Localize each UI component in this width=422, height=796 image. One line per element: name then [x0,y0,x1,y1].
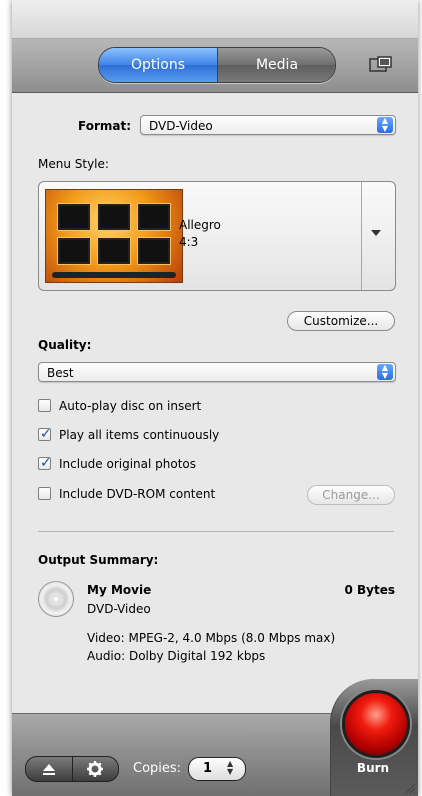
popup-arrows-icon: ▲ ▼ [377,364,393,380]
change-button[interactable]: Change... [307,485,395,505]
copies-stepper[interactable]: 1 ▲ ▼ [188,757,246,781]
eject-settings-control [25,756,119,782]
play-all-checkbox[interactable]: ✓ [38,426,52,442]
include-photos-label: Include original photos [59,457,197,471]
summary-type: DVD-Video [87,602,151,616]
gear-icon [87,761,103,777]
disc-icon [38,581,74,617]
view-segmented-control: Options Media [98,47,336,83]
format-value: DVD-Video [149,119,213,133]
settings-button[interactable] [73,757,118,781]
autoplay-label: Auto-play disc on insert [59,399,202,413]
dvd-rom-label: Include DVD-ROM content [59,487,216,501]
divider [38,531,394,532]
play-all-label: Play all items continuously [59,428,220,442]
options-pane: Format: DVD-Video ▲ ▼ Menu Style: Allegro… [12,93,418,713]
copies-value: 1 [203,761,213,776]
menu-style-name: Allegro [179,218,221,232]
summary-name: My Movie [87,583,152,597]
summary-video: Video: MPEG-2, 4.0 Mbps (8.0 Mbps max) [87,631,336,645]
summary-size: 0 Bytes [344,583,395,597]
summary-audio: Audio: Dolby Digital 192 kbps [87,649,266,663]
chevron-down-icon[interactable] [371,230,381,236]
customize-button[interactable]: Customize... [287,311,395,331]
eject-button[interactable] [26,757,72,781]
title-strip [12,0,418,39]
window-resize-icon [369,56,392,72]
top-toolbar: Options Media [12,0,418,93]
menu-style-thumbnail [45,189,183,283]
eject-icon [43,764,55,775]
autoplay-checkbox[interactable] [38,399,51,412]
stepper-arrows-icon[interactable]: ▲ ▼ [227,760,233,776]
checkmark-icon: ✓ [40,426,52,442]
menu-style-aspect: 4:3 [179,235,199,249]
tab-media[interactable]: Media [217,48,335,82]
menu-style-picker[interactable]: Allegro 4:3 [38,181,396,291]
resize-grip-icon[interactable] [404,782,416,794]
quality-popup[interactable]: Best ▲ ▼ [38,362,396,382]
popup-arrows-icon: ▲ ▼ [377,117,393,133]
bottom-bar: Burn Copies: 1 ▲ ▼ [12,679,418,796]
dvd-rom-checkbox[interactable] [38,487,51,500]
menu-thumbnail-controls [52,272,176,278]
quality-value: Best [47,366,74,380]
window-resize-button[interactable] [367,54,395,76]
burn-window: Options Media Format: DVD-Video ▲ ▼ Menu … [12,0,418,796]
include-photos-checkbox[interactable]: ✓ [38,455,52,471]
menu-style-label: Menu Style: [38,157,109,171]
tab-options[interactable]: Options [99,48,217,82]
quality-label: Quality: [38,338,92,352]
menu-divider [361,182,362,290]
format-popup[interactable]: DVD-Video ▲ ▼ [140,115,396,135]
copies-label: Copies: [133,761,182,776]
format-label: Format: [78,119,132,133]
burn-button[interactable] [342,690,410,758]
output-summary-title: Output Summary: [38,553,159,567]
burn-label: Burn [356,761,390,775]
checkmark-icon: ✓ [40,455,52,471]
